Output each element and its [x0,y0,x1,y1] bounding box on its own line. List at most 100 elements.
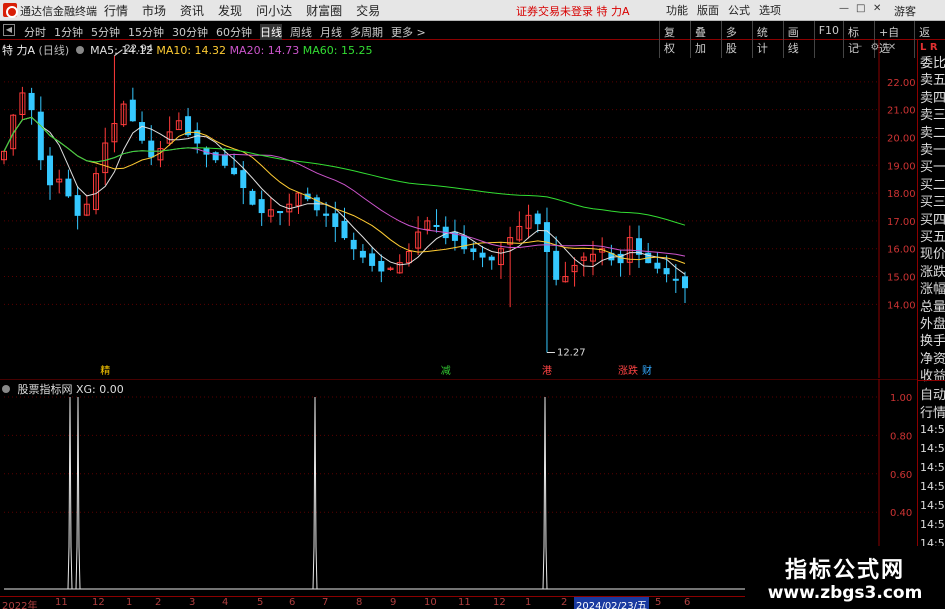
candle [433,209,440,233]
main-chart-panel[interactable]: 22.00 21.00 20.00 19.00 18.00 17.00 16.00 15.00… [0,40,917,378]
menu-trade[interactable]: 交易 [356,2,380,19]
app-title: 通达信金融终端 [20,5,97,18]
ma10-line [3,116,686,264]
quote-field-label: 买三 [920,195,945,211]
candle [497,242,504,279]
event-marker[interactable]: 涨跌 [618,364,638,377]
main-menu: 行情 市场 资讯 发现 问小达 财富圈 交易 [104,2,394,19]
event-marker[interactable]: 财 [642,364,652,377]
tick-time: 14:55 [920,442,945,455]
guest-user[interactable]: 游客 [894,3,916,19]
period-weekly[interactable]: 周线 [290,24,312,40]
quote-field-label: 涨幅 [920,282,945,298]
menu-formula[interactable]: 公式 [728,2,750,18]
period-multi[interactable]: 多周期 [350,24,383,40]
candle-body [341,220,348,239]
candle [553,236,560,286]
login-status[interactable]: 证券交易未登录 特 力A [516,3,630,19]
low-price-label: 12.27 [557,347,586,358]
date-tick-label: 2022年 [2,601,38,609]
watermark-url: www.zbgs3.com [767,583,923,603]
menu-discover[interactable]: 发现 [218,2,242,19]
quote-field-label: 换手 [920,334,945,350]
zoom-out-icon[interactable]: － [851,42,865,54]
candlestick-chart[interactable]: 22.00 21.00 20.00 19.00 18.00 17.00 16.00 15.00… [0,40,917,378]
candle [231,153,238,176]
event-marker[interactable]: 减 [441,365,451,377]
candle [543,207,550,353]
indicator-menu-icon[interactable] [2,385,10,393]
menu-market-quotes[interactable]: 行情 [104,2,128,19]
event-marker[interactable]: 精 [100,364,110,377]
tick-time: 14:56 [920,499,945,512]
quote-field-label: 卖二 [920,125,945,141]
menu-layout[interactable]: 版面 [697,2,719,18]
candle-body [231,167,238,175]
date-tick-label: 9 [390,597,397,608]
date-tick-label: 6 [684,597,691,608]
chart-close-icon[interactable]: ✕ [885,42,899,54]
menu-ask-xiaoda[interactable]: 问小达 [256,2,292,19]
minimize-icon[interactable]: — [839,3,849,14]
indicator-toggle-icon[interactable] [75,46,84,54]
candle [10,113,17,156]
date-tick-label: 2 [155,597,162,608]
indicator-tick-label: 0.80 [890,431,912,442]
quote-field-label: 卖四 [920,90,945,106]
menu-wealth-circle[interactable]: 财富圈 [306,2,342,19]
period-intraday[interactable]: 分时 [24,24,46,40]
period-60min[interactable]: 60分钟 [216,24,252,40]
price-tick-label: 19.00 [887,161,916,172]
menu-news[interactable]: 资讯 [180,2,204,19]
period-5min[interactable]: 5分钟 [91,24,120,40]
chart-window-controls: － ⚙ ✕ [848,42,899,54]
date-tick-label: 3 [189,597,196,608]
tick-time: 14:56 [920,518,945,531]
candle [129,87,136,122]
candle-body [323,213,330,216]
tick-time: 14:56 [920,480,945,493]
event-marker[interactable]: 港 [542,365,552,377]
cursor-date-label: 2024/02/23/五 [574,597,650,609]
date-tick-label: 12 [493,597,506,608]
menu-market[interactable]: 市场 [142,2,166,19]
candle [1,150,7,165]
quote-field-label: 买五 [920,230,945,245]
candles-group [1,55,688,353]
signal-spike [75,396,81,590]
indicator-tick-label: 1.00 [890,393,912,404]
quote-field-label: 卖三 [920,108,945,124]
menu-options[interactable]: 选项 [759,2,781,18]
detail-quote-label[interactable]: 行情 [920,402,945,421]
tick-time: 14:55 [920,461,945,474]
auto-mode-label[interactable]: 自动 [920,384,945,403]
date-tick-label: 4 [222,597,229,608]
period-30min[interactable]: 30分钟 [172,24,208,40]
price-tick-label: 15.00 [887,273,916,284]
ma5-value: MA5: 14.12 [90,44,153,57]
period-15min[interactable]: 15分钟 [128,24,164,40]
period-daily[interactable]: 日线 [260,24,282,40]
candle [359,244,366,264]
period-more[interactable]: 更多 > [391,24,426,40]
candle-body [369,253,376,266]
maximize-icon[interactable]: □ [856,3,865,14]
date-tick-label: 7 [322,597,329,608]
candle [295,192,302,214]
price-tick-label: 22.00 [887,78,916,89]
price-tick-label: 14.00 [887,300,916,311]
period-1min[interactable]: 1分钟 [54,24,83,40]
ma10-value: MA10: 14.32 [156,44,227,57]
price-tick-label: 21.00 [887,106,916,117]
candle-body [433,224,440,227]
indicator-tick-label: 0.40 [890,508,912,519]
menu-functions[interactable]: 功能 [666,2,688,18]
close-icon[interactable]: ✕ [873,3,881,14]
date-tick-label: 10 [424,597,437,608]
candle [451,219,458,251]
quote-field-label: 买四 [920,212,945,228]
quote-side-panel: L R 委比 卖五 卖四 卖三 卖二 卖一 买一 买二 买三 买四 买五 现价 涨跌 涨幅 总量 外盘 换手 净资… [917,40,945,609]
period-monthly[interactable]: 月线 [320,24,342,40]
chart-settings-icon[interactable]: ⚙ [868,42,882,54]
back-arrow-icon[interactable]: ◀ [3,24,15,36]
